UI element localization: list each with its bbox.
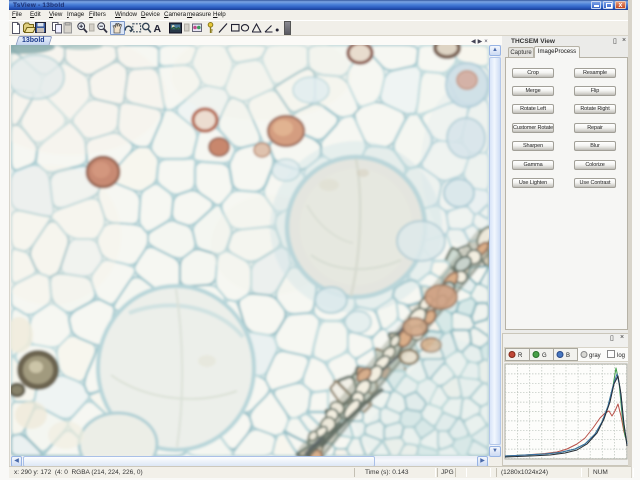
svg-text:B: B <box>566 353 570 359</box>
svg-text:gray: gray <box>589 353 601 359</box>
svg-text:log: log <box>617 353 625 359</box>
svg-text:R: R <box>518 353 523 359</box>
svg-text:G: G <box>542 353 547 359</box>
